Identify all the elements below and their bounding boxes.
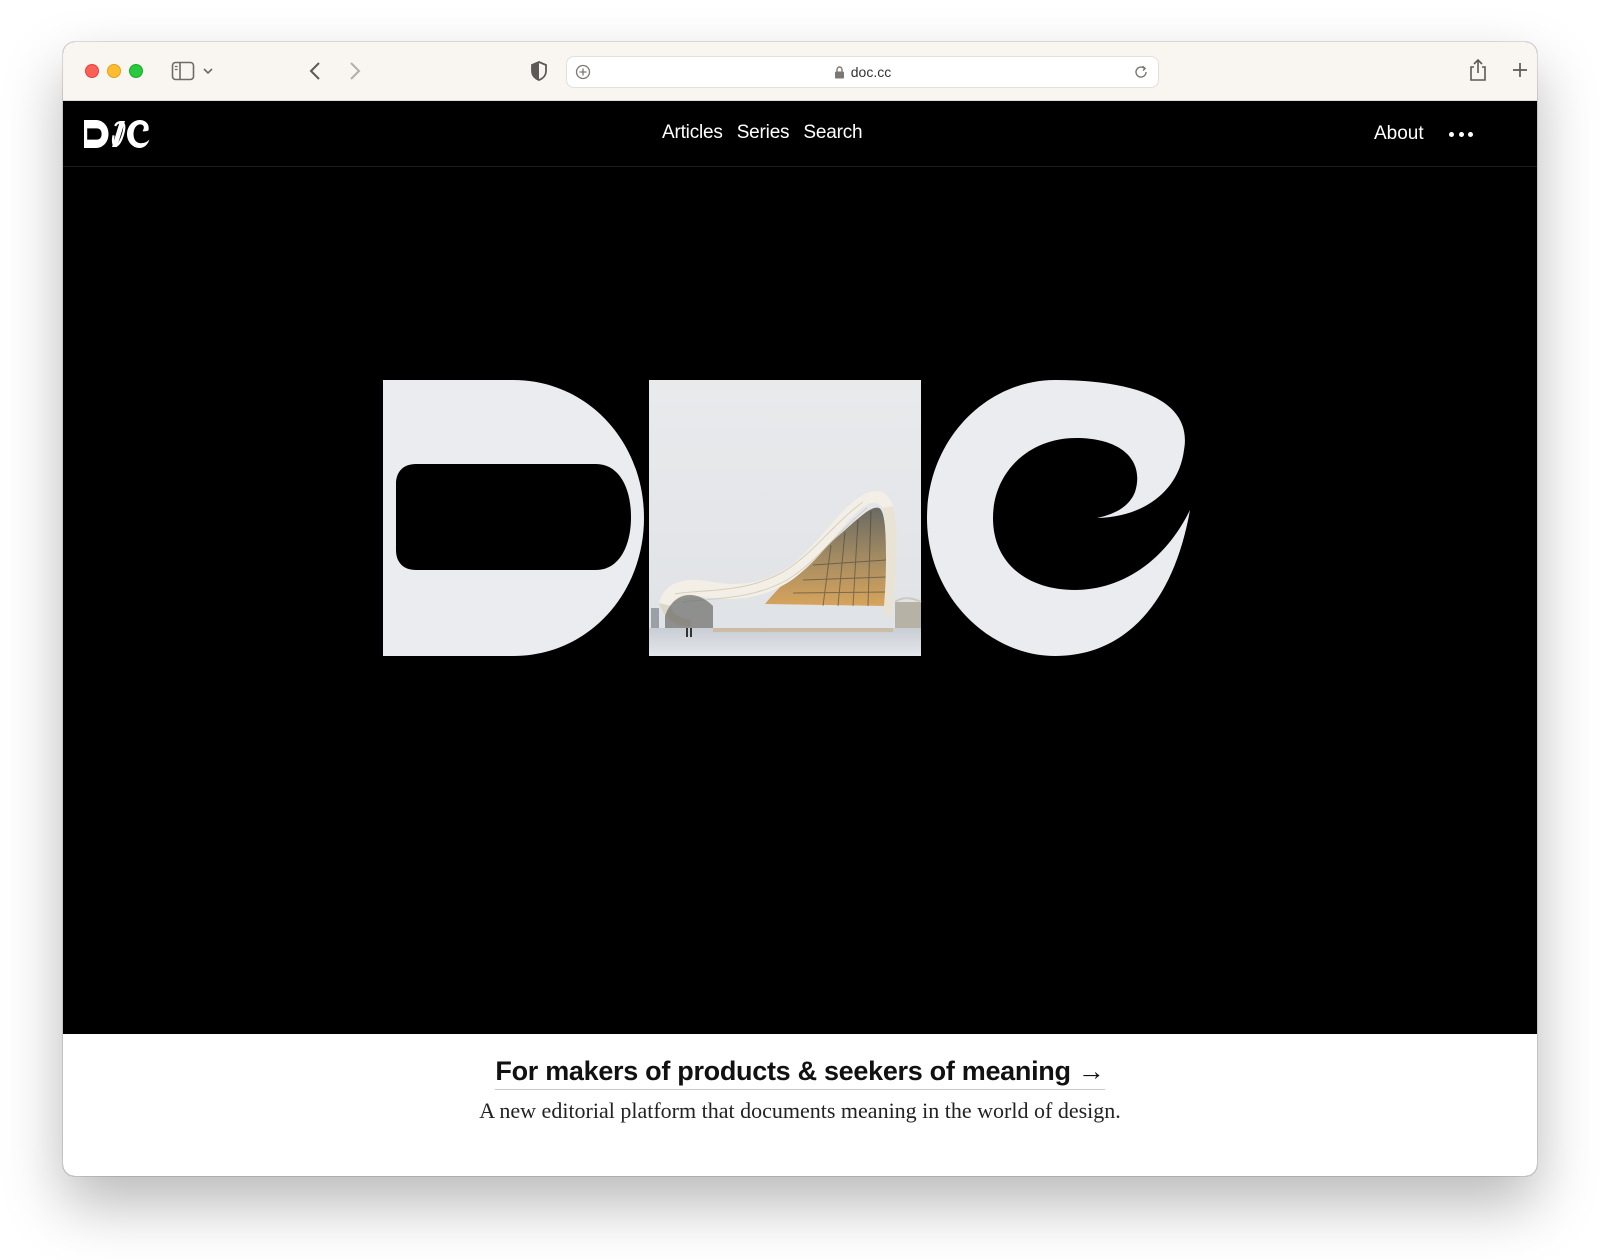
logo-letter-d [383, 380, 644, 656]
nav-articles-link[interactable]: Articles [662, 122, 723, 144]
forward-arrow-icon[interactable] [345, 59, 365, 83]
url-text: doc.cc [850, 64, 892, 80]
browser-toolbar: doc.cc [63, 42, 1537, 101]
sidebar-icon[interactable] [170, 59, 196, 83]
shield-icon[interactable] [528, 59, 550, 83]
nav-about-link[interactable]: About [1374, 123, 1424, 145]
zoom-window-button[interactable] [129, 64, 143, 78]
logo-letter-c [927, 380, 1190, 656]
close-window-button[interactable] [85, 64, 99, 78]
minimize-window-button[interactable] [107, 64, 121, 78]
more-menu-icon[interactable] [1449, 130, 1473, 138]
dot [1458, 131, 1464, 137]
dot [1468, 131, 1473, 137]
share-icon[interactable] [1467, 57, 1489, 83]
tagline-subtitle: A new editorial platform that documents … [479, 1098, 1121, 1123]
browser-window: doc.cc Articles Series Search About For … [63, 42, 1537, 1176]
chevron-down-icon[interactable] [201, 64, 215, 78]
nav-series-link[interactable]: Series [737, 122, 790, 144]
tagline-section: For makers of products & seekers of mean… [63, 1034, 1537, 1176]
reload-icon[interactable] [1133, 64, 1149, 80]
lock-icon [834, 65, 845, 79]
plus-icon[interactable] [1509, 59, 1531, 81]
back-arrow-icon[interactable] [305, 59, 325, 83]
url-display: doc.cc [567, 57, 1158, 87]
logo-letter-o-photo [649, 380, 922, 656]
dot [1449, 131, 1454, 137]
site-logo[interactable] [84, 120, 150, 148]
nav-search-link[interactable]: Search [803, 122, 862, 144]
hero-doc-logo [383, 380, 1190, 656]
hero-section [63, 167, 1537, 1034]
tagline-link[interactable]: For makers of products & seekers of mean… [495, 1056, 1105, 1090]
address-bar[interactable]: doc.cc [566, 56, 1159, 88]
site-header: Articles Series Search About [63, 101, 1537, 167]
primary-nav: Articles Series Search [662, 122, 863, 144]
